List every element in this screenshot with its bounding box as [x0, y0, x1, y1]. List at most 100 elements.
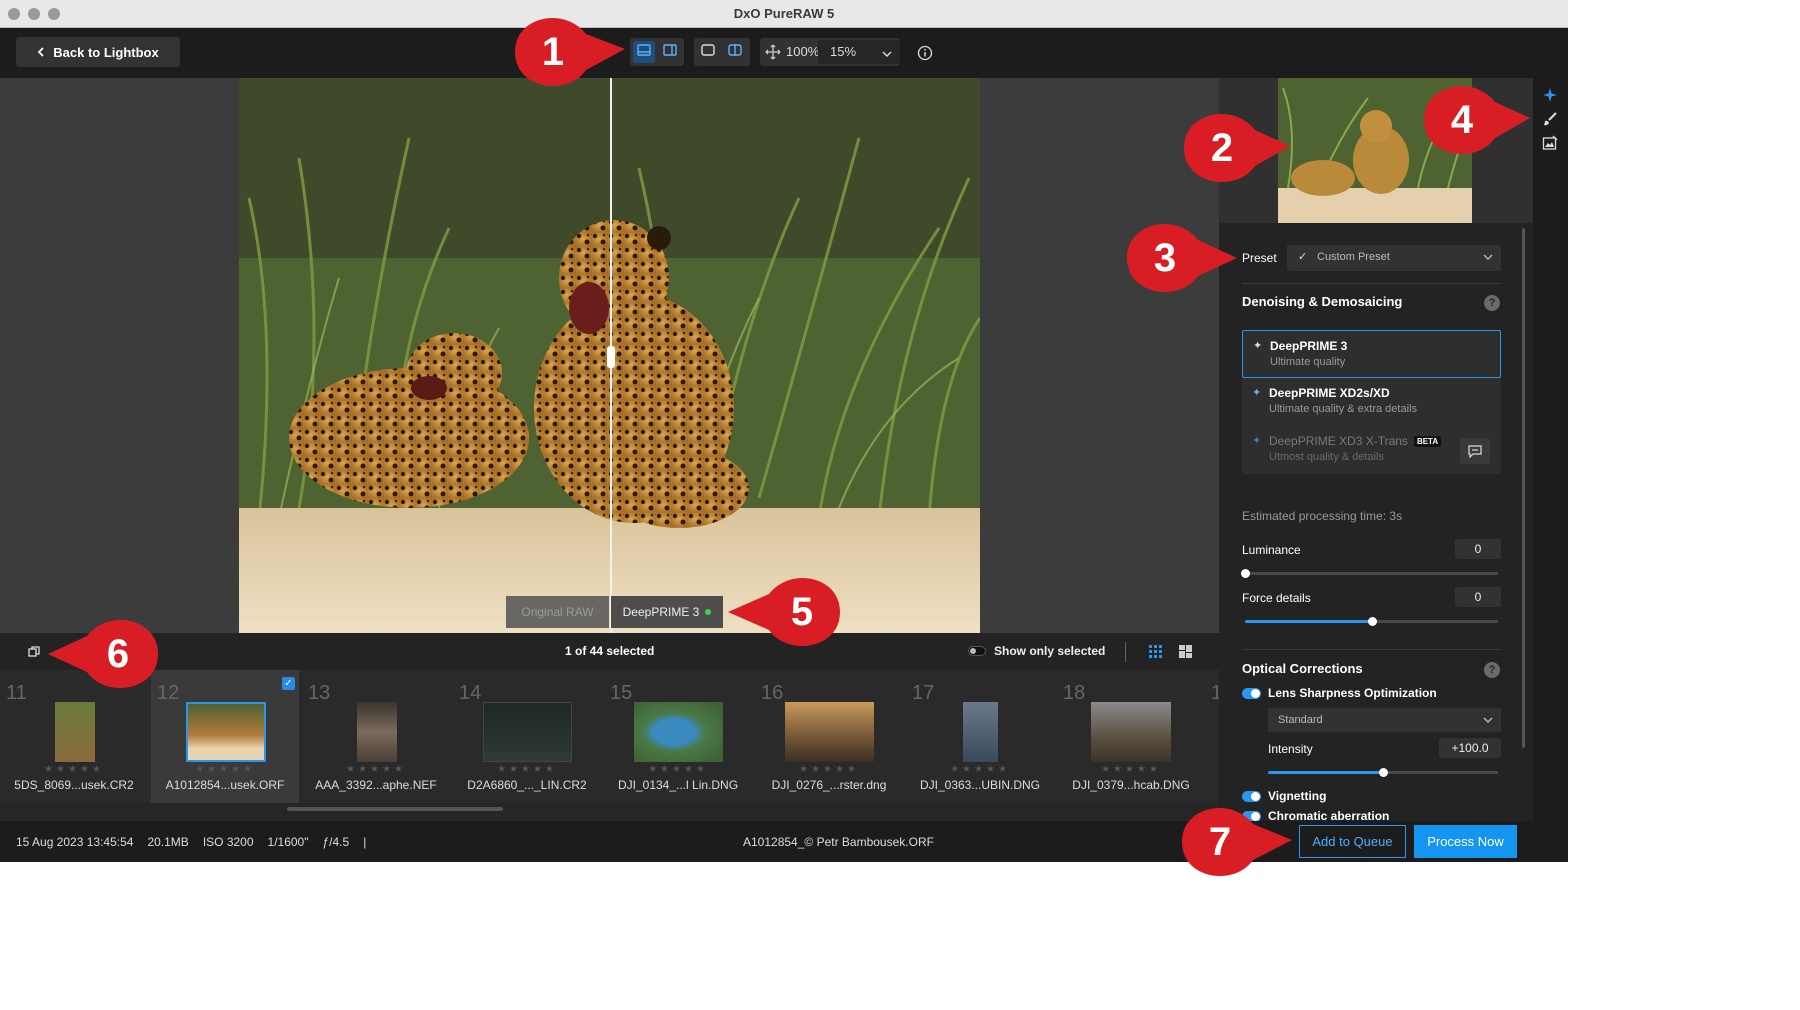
vignetting-toggle[interactable] — [1242, 791, 1261, 802]
rating-stars[interactable]: ★★★★★ — [453, 764, 601, 775]
force-details-slider[interactable] — [1245, 617, 1498, 626]
exif-info: 15 Aug 2023 13:45:54 20.1MB ISO 3200 1/1… — [16, 835, 366, 849]
item-number: 14 — [459, 682, 482, 704]
deepprime-text: DeepPRIME 3 — [622, 605, 700, 619]
slider-knob[interactable] — [1367, 617, 1377, 626]
move-icon[interactable] — [765, 44, 781, 65]
deepprime-3-option[interactable]: ✦ DeepPRIME 3 Ultimate quality — [1242, 330, 1501, 378]
item-number: 15 — [610, 682, 633, 704]
rating-stars[interactable]: ★★★★★ — [302, 764, 450, 775]
file-size: 20.1MB — [147, 835, 189, 849]
info-icon[interactable] — [917, 45, 933, 66]
vignetting-label: Vignetting — [1268, 789, 1327, 803]
show-only-selected-label: Show only selected — [994, 644, 1106, 658]
zoom-select[interactable]: 15% — [818, 40, 900, 64]
rating-stars[interactable]: ★★★★★ — [755, 764, 903, 775]
option-subtitle: Utmost quality & details — [1269, 451, 1384, 463]
filmstrip-item[interactable]: 18 ★★★★★ DJI_0379...hcab.DNG — [1057, 670, 1205, 803]
thumbnail — [634, 702, 723, 762]
lens-sharpness-label: Lens Sharpness Optimization — [1268, 686, 1437, 700]
item-number: 13 — [308, 682, 331, 704]
rating-stars[interactable]: ★★★★★ — [906, 764, 1054, 775]
back-to-lightbox-button[interactable]: Back to Lightbox — [16, 37, 180, 67]
title-bar: DxO PureRAW 5 — [0, 0, 1568, 28]
file-name: A1012854...usek.ORF — [165, 778, 285, 792]
rating-stars[interactable]: ★★★★★ — [151, 764, 299, 775]
compare-view-button[interactable] — [724, 41, 746, 63]
force-details-value[interactable]: 0 — [1455, 587, 1501, 607]
luminance-slider[interactable] — [1241, 569, 1498, 578]
duplicate-icon[interactable] — [28, 645, 40, 663]
show-only-selected-toggle[interactable]: Show only selected — [968, 644, 1105, 658]
scrollbar-thumb[interactable] — [287, 807, 503, 811]
back-label: Back to Lightbox — [53, 44, 159, 60]
file-name: D2A6860_..._LIN.CR2 — [467, 778, 587, 792]
zoom-100-button[interactable]: 100% — [786, 44, 819, 59]
callout-number: 2 — [1210, 126, 1234, 170]
mosaic-view-icon[interactable] — [1179, 645, 1192, 663]
luminance-value[interactable]: 0 — [1455, 539, 1501, 559]
thumbnail — [785, 702, 874, 762]
luminance-label: Luminance — [1242, 543, 1301, 557]
file-name: DJI_0379...hcab.DNG — [1072, 778, 1190, 792]
deepprime-xd3-xtrans-option[interactable]: ✦ DeepPRIME XD3 X-Trans BETA Utmost quali… — [1242, 426, 1501, 474]
settings-content: Preset ✓ Custom Preset Denoising & Demos… — [1219, 223, 1533, 821]
window-title: DxO PureRAW 5 — [733, 6, 835, 21]
rating-stars[interactable]: ★★★★★ — [0, 764, 148, 775]
chevron-down-icon — [1483, 252, 1493, 264]
deepprime-label: DeepPRIME 3 — [611, 596, 723, 628]
slider-fill — [1268, 771, 1383, 774]
filmstrip-scrollbar[interactable] — [0, 803, 1219, 821]
callout-6: 6 — [46, 618, 162, 695]
grid-view-icon[interactable] — [1149, 645, 1162, 663]
slider-knob[interactable] — [1379, 768, 1388, 777]
aperture-value: ƒ/4.5 — [322, 835, 350, 849]
side-by-side-button[interactable] — [659, 41, 681, 63]
lens-sharpness-toggle[interactable] — [1242, 688, 1261, 699]
process-now-button[interactable]: Process Now — [1414, 825, 1517, 858]
settings-scrollbar[interactable] — [1522, 228, 1525, 748]
single-view-button[interactable] — [697, 41, 719, 63]
optical-header: Optical Corrections — [1242, 661, 1363, 676]
toggle-switch[interactable] — [968, 646, 986, 656]
help-icon[interactable]: ? — [1484, 662, 1500, 678]
image-edit-icon[interactable] — [1541, 134, 1559, 152]
option-title: DeepPRIME 3 — [1270, 339, 1348, 353]
filmstrip-item[interactable]: 15 ★★★★★ DJI_0134_...l Lin.DNG — [604, 670, 752, 803]
selected-checkbox[interactable]: ✓ — [282, 677, 295, 690]
option-subtitle: Ultimate quality & extra details — [1269, 403, 1417, 415]
callout-4: 4 — [1420, 84, 1532, 161]
intensity-value[interactable]: +100.0 — [1439, 738, 1501, 758]
compare-view-icon — [728, 43, 742, 61]
preset-select[interactable]: ✓ Custom Preset — [1287, 245, 1501, 271]
filmstrip-item[interactable]: 14 ★★★★★ D2A6860_..._LIN.CR2 — [453, 670, 601, 803]
filmstrip-item-selected[interactable]: 12 ✓ ★★★★★ A1012854...usek.ORF — [151, 670, 299, 803]
preset-value: Custom Preset — [1317, 251, 1390, 263]
filmstrip-item[interactable]: 1 — [1208, 670, 1219, 803]
feedback-button[interactable] — [1460, 438, 1490, 464]
thumbnail — [357, 702, 397, 762]
rating-stars[interactable]: ★★★★★ — [1057, 764, 1205, 775]
filmstrip-item[interactable]: 16 ★★★★★ DJI_0276_...rster.dng — [755, 670, 903, 803]
filmstrip-item[interactable]: 13 ★★★★★ AAA_3392...aphe.NEF — [302, 670, 450, 803]
original-raw-label: Original RAW — [506, 596, 609, 628]
split-horizontal-icon — [637, 43, 651, 61]
current-filename: A1012854_© Petr Bambousek.ORF — [743, 835, 934, 849]
callout-2: 2 — [1180, 112, 1292, 189]
split-horizontal-button[interactable] — [633, 41, 655, 63]
slider-knob[interactable] — [1241, 569, 1250, 578]
help-icon[interactable]: ? — [1484, 295, 1500, 311]
status-bar: 15 Aug 2023 13:45:54 20.1MB ISO 3200 1/1… — [0, 821, 1568, 862]
filmstrip-item[interactable]: 17 ★★★★★ DJI_0363...UBIN.DNG — [906, 670, 1054, 803]
rating-stars[interactable]: ★★★★★ — [604, 764, 752, 775]
intensity-slider[interactable] — [1268, 768, 1498, 777]
brush-icon[interactable] — [1541, 110, 1559, 128]
sparkle-icon[interactable] — [1541, 86, 1559, 104]
lens-mode-select[interactable]: Standard — [1268, 708, 1501, 732]
callout-1: 1 — [511, 16, 627, 93]
callout-number: 4 — [1450, 98, 1474, 142]
deepprime-xd2s-option[interactable]: ✦ DeepPRIME XD2s/XD Ultimate quality & e… — [1242, 378, 1501, 426]
thumbnail — [1091, 702, 1171, 762]
add-to-queue-button[interactable]: Add to Queue — [1299, 825, 1406, 858]
split-handle[interactable] — [607, 346, 615, 368]
